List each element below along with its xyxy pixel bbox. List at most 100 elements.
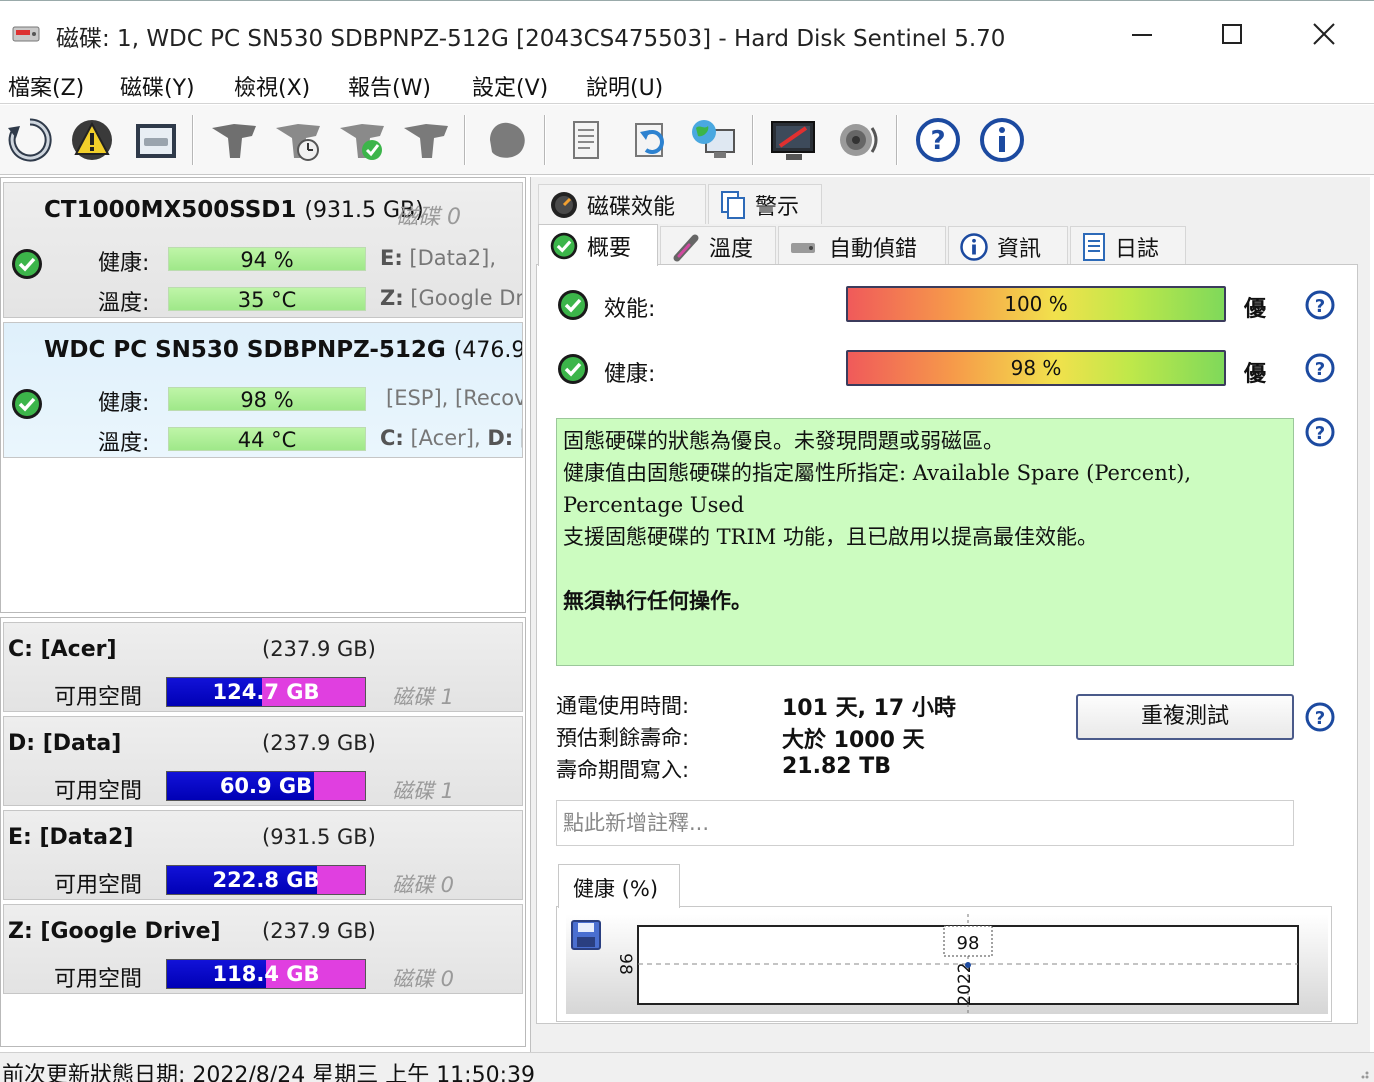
tab-information[interactable]: 資訊: [948, 226, 1068, 266]
volume-card[interactable]: C: [Acer] (237.9 GB) 可用空間 124.7 GB 磁碟 1: [3, 622, 523, 712]
speaker-icon: [840, 124, 878, 156]
lifetime-writes-label: 壽命期間寫入:: [556, 758, 690, 782]
help-icon[interactable]: ?: [1304, 352, 1336, 384]
help-icon[interactable]: ?: [1304, 289, 1336, 321]
thermometer-icon: [673, 234, 699, 261]
svg-text:?: ?: [930, 126, 945, 156]
tool-button-2[interactable]: [272, 114, 324, 166]
monitor-icon: [771, 121, 815, 160]
app-icon: [12, 26, 40, 42]
disk-info-button[interactable]: [130, 114, 182, 166]
health-grade: 優: [1244, 362, 1267, 387]
refresh-button[interactable]: [4, 114, 56, 166]
volume-size: (237.9 GB): [262, 731, 376, 755]
tool-clock-icon: [276, 124, 320, 161]
performance-grade: 優: [1244, 297, 1267, 322]
free-space-value: 60.9 GB: [219, 774, 313, 798]
toolbar-separator: [752, 115, 754, 165]
help-icon[interactable]: ?: [1304, 701, 1336, 733]
log-icon: [1083, 232, 1105, 261]
performance-ok-icon: [558, 290, 588, 320]
maximize-icon: [1222, 24, 1242, 44]
menu-file[interactable]: 檔案(Z): [8, 70, 84, 102]
status-bar: 前次更新狀態日期: 2022/8/24 星期三 上午 11:50:39: [0, 1052, 1374, 1082]
tab-alerts[interactable]: 警示: [708, 184, 822, 224]
disk-volumes-line2: Z: [Google Dri: [380, 286, 523, 310]
remaining-life-label: 預估剩餘壽命:: [556, 726, 690, 750]
help-icon[interactable]: ?: [1304, 416, 1336, 448]
sound-button[interactable]: [832, 114, 884, 166]
volume-size: (237.9 GB): [262, 919, 376, 943]
volume-name: Z: [Google Drive]: [8, 919, 221, 944]
volume-card[interactable]: Z: [Google Drive] (237.9 GB) 可用空間 118.4 …: [3, 904, 523, 994]
health-label: 健康:: [98, 251, 150, 276]
volume-disk: 磁碟 0: [392, 967, 455, 991]
volume-disk: 磁碟 1: [392, 685, 455, 709]
health-label: 健康:: [98, 391, 150, 416]
warning-icon: [72, 120, 112, 160]
tab-disk-performance[interactable]: 磁碟效能: [538, 184, 706, 224]
tab-label: 警示: [755, 194, 800, 220]
toolbar-separator: [192, 115, 194, 165]
volume-card[interactable]: E: [Data2] (931.5 GB) 可用空間 222.8 GB 磁碟 0: [3, 810, 523, 900]
temperature-bar: 44 °C: [168, 427, 366, 452]
last-update-text: 前次更新狀態日期: 2022/8/24 星期三 上午 11:50:39: [2, 1063, 535, 1082]
menu-settings[interactable]: 設定(V): [472, 70, 548, 102]
menu-disk[interactable]: 磁碟(Y): [120, 70, 195, 102]
blob-button[interactable]: [480, 114, 532, 166]
tab-temperature[interactable]: 溫度: [660, 226, 776, 266]
volume-name: D: [Data]: [8, 731, 122, 756]
toolbar-separator: [464, 115, 466, 165]
minimize-icon: [1132, 34, 1152, 36]
status-description: 固態硬碟的狀態為優良。未發現問題或弱磁區。 健康值由固態硬碟的指定屬性所指定: …: [556, 418, 1294, 666]
help-button[interactable]: ?: [912, 114, 964, 166]
about-button[interactable]: [976, 114, 1028, 166]
note-input[interactable]: 點此新增註釋...: [556, 800, 1294, 846]
check-icon: [550, 232, 578, 259]
close-button[interactable]: [1302, 15, 1346, 53]
send-report-button[interactable]: [624, 114, 676, 166]
tab-label: 日誌: [1115, 236, 1160, 262]
toolbar-separator: [544, 115, 546, 165]
maximize-button[interactable]: [1210, 15, 1254, 53]
tab-health-chart[interactable]: 健康 (%): [558, 864, 680, 908]
blob-icon: [490, 122, 525, 158]
tab-self-test[interactable]: 自動偵錯: [778, 226, 946, 266]
retest-button[interactable]: 重複測試: [1076, 694, 1294, 740]
tab-log[interactable]: 日誌: [1070, 226, 1186, 266]
menu-view[interactable]: 檢視(X): [234, 70, 310, 102]
disk-card-selected[interactable]: WDC PC SN530 SDBPNPZ-512G (476.9 GB) 健康:…: [3, 322, 523, 458]
network-button[interactable]: [688, 114, 740, 166]
status-line: Percentage Used: [563, 493, 745, 517]
lifetime-writes-value: 21.82 TB: [782, 754, 892, 779]
performance-bar: 100 %: [846, 286, 1226, 322]
alert-button[interactable]: [66, 114, 118, 166]
tool-icon: [212, 124, 256, 158]
menu-bar: 檔案(Z) 磁碟(Y) 檢視(X) 報告(W) 設定(V) 說明(U): [0, 64, 1374, 104]
free-space-label: 可用空間: [54, 873, 143, 898]
tool-button-1[interactable]: [208, 114, 260, 166]
disk-name: WDC PC SN530 SDBPNPZ-512G (476.9 GB): [44, 337, 523, 363]
chart-x-tick-label: 2022: [955, 962, 975, 1005]
volume-card[interactable]: D: [Data] (237.9 GB) 可用空間 60.9 GB 磁碟 1: [3, 716, 523, 806]
report-button[interactable]: [560, 114, 612, 166]
tool-button-3[interactable]: [336, 114, 388, 166]
tool-button-4[interactable]: [400, 114, 452, 166]
menu-help[interactable]: 說明(U): [586, 70, 663, 102]
tab-overview[interactable]: 概要: [538, 224, 658, 266]
network-icon: [692, 120, 735, 158]
refresh-icon: [8, 118, 52, 162]
resize-grip-icon[interactable]: [1354, 1064, 1370, 1080]
monitor-button[interactable]: [768, 114, 820, 166]
disk-card[interactable]: CT1000MX500SSD1 (931.5 GB) 磁碟 0 健康: 94 %…: [3, 182, 523, 318]
disk-volumes-line1: E: [Data2],: [380, 246, 496, 270]
tab-label: 磁碟效能: [587, 194, 676, 220]
minimize-button[interactable]: [1120, 15, 1164, 53]
health-ok-icon: [558, 354, 588, 384]
menu-report[interactable]: 報告(W): [348, 70, 431, 102]
status-line: 健康值由固態硬碟的指定屬性所指定: Available Spare (Perce…: [563, 461, 1192, 485]
disk-name: CT1000MX500SSD1 (931.5 GB): [44, 197, 424, 223]
disk-index: 磁碟 0: [396, 205, 461, 230]
health-bar: 98 %: [846, 350, 1226, 386]
tool-check-icon: [340, 124, 384, 160]
